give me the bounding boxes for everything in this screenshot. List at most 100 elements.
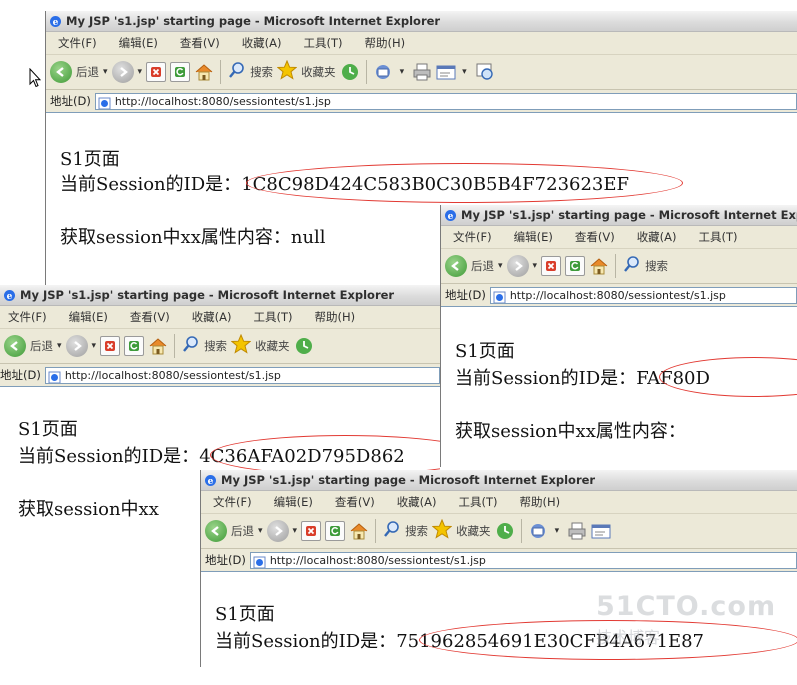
home-icon[interactable] — [589, 257, 609, 275]
edit-icon[interactable] — [591, 522, 613, 540]
mail-dropdown-icon[interactable]: ▾ — [400, 67, 405, 77]
forward-dropdown-icon[interactable]: ▾ — [138, 67, 143, 77]
ie-logo-icon: e — [49, 15, 62, 28]
session-id-value: 4C36AFA02D795D862 — [199, 446, 405, 467]
forward-arrow-icon[interactable] — [506, 255, 529, 277]
search-button[interactable]: 搜索 — [228, 61, 273, 83]
forward-dropdown-icon[interactable]: ▾ — [533, 261, 538, 271]
menu-favorites[interactable]: 收藏(A) — [625, 229, 687, 245]
menu-tools[interactable]: 工具(T) — [687, 229, 748, 245]
favorites-star-icon — [431, 518, 453, 543]
back-button[interactable]: 后退 — [445, 255, 494, 277]
ie-window-3: e My JSP 's1.jsp' starting page - Micros… — [440, 205, 797, 467]
menu-view[interactable]: 查看(V) — [168, 35, 230, 51]
refresh-icon[interactable] — [565, 256, 586, 276]
ie-window-4: e My JSP 's1.jsp' starting page - Micros… — [200, 470, 797, 667]
menu-edit[interactable]: 编辑(E) — [262, 494, 323, 510]
page-icon — [48, 369, 61, 383]
mail-icon[interactable] — [374, 63, 396, 81]
print-icon[interactable] — [567, 522, 587, 540]
address-input[interactable]: http://localhost:8080/sessiontest/s1.jsp — [94, 92, 797, 110]
edit-dropdown-icon[interactable]: ▾ — [462, 67, 467, 77]
stop-icon[interactable] — [541, 256, 562, 276]
back-button[interactable]: 后退 — [205, 520, 254, 542]
refresh-icon[interactable] — [325, 521, 346, 541]
search-label: 搜索 — [250, 65, 274, 79]
back-dropdown-icon[interactable]: ▾ — [57, 341, 62, 351]
ie-logo-icon: e — [3, 289, 16, 302]
menu-file[interactable]: 文件(F) — [46, 35, 107, 51]
history-icon[interactable] — [495, 521, 515, 541]
menu-tools[interactable]: 工具(T) — [447, 494, 508, 510]
menu-edit[interactable]: 编辑(E) — [502, 229, 563, 245]
menu-file[interactable]: 文件(F) — [0, 309, 57, 325]
address-input[interactable]: http://localhost:8080/sessiontest/s1.jsp — [44, 366, 440, 384]
edit-icon[interactable] — [436, 63, 458, 81]
search-button[interactable]: 搜索 — [623, 255, 668, 277]
forward-dropdown-icon[interactable]: ▾ — [293, 526, 298, 536]
back-dropdown-icon[interactable]: ▾ — [258, 526, 263, 536]
home-icon[interactable] — [194, 63, 214, 81]
attribute-line: 获取session中xx — [18, 499, 159, 520]
session-id-line: 当前Session的ID是：FAF80D — [455, 364, 710, 390]
history-icon[interactable] — [294, 336, 314, 356]
page-icon — [98, 95, 111, 109]
home-icon[interactable] — [148, 337, 168, 355]
menu-favorites[interactable]: 收藏(A) — [230, 35, 292, 51]
back-button[interactable]: 后退 — [50, 61, 99, 83]
menu-help[interactable]: 帮助(H) — [353, 35, 416, 51]
search-button[interactable]: 搜索 — [383, 520, 428, 542]
menu-favorites[interactable]: 收藏(A) — [385, 494, 447, 510]
toolbar: 后退 ▾ ▾ 搜索 收藏夹 ▾ — [201, 514, 797, 549]
ie-logo-icon: e — [444, 209, 457, 222]
print-icon[interactable] — [412, 63, 432, 81]
back-arrow-icon — [4, 335, 26, 357]
menu-edit[interactable]: 编辑(E) — [57, 309, 118, 325]
forward-arrow-icon[interactable] — [111, 61, 134, 83]
menu-edit[interactable]: 编辑(E) — [107, 35, 168, 51]
window-title: My JSP 's1.jsp' starting page - Microsof… — [66, 14, 441, 28]
back-dropdown-icon[interactable]: ▾ — [498, 261, 503, 271]
search-button[interactable]: 搜索 — [182, 335, 227, 357]
back-dropdown-icon[interactable]: ▾ — [103, 67, 108, 77]
back-button[interactable]: 后退 — [4, 335, 53, 357]
mail-dropdown-icon[interactable]: ▾ — [555, 526, 560, 536]
menu-help[interactable]: 帮助(H) — [508, 494, 571, 510]
forward-arrow-icon[interactable] — [65, 335, 88, 357]
back-label: 后退 — [471, 259, 494, 273]
refresh-icon[interactable] — [170, 62, 191, 82]
home-icon[interactable] — [349, 522, 369, 540]
address-input[interactable]: http://localhost:8080/sessiontest/s1.jsp — [249, 551, 797, 569]
messenger-icon[interactable] — [475, 62, 495, 82]
menu-view[interactable]: 查看(V) — [563, 229, 625, 245]
history-icon[interactable] — [340, 62, 360, 82]
address-input[interactable]: http://localhost:8080/sessiontest/s1.jsp — [489, 286, 797, 304]
forward-dropdown-icon[interactable]: ▾ — [92, 341, 97, 351]
menu-help[interactable]: 帮助(H) — [303, 309, 366, 325]
forward-arrow-icon[interactable] — [266, 520, 289, 542]
toolbar-separator — [174, 334, 176, 358]
refresh-icon[interactable] — [124, 336, 145, 356]
menu-file[interactable]: 文件(F) — [201, 494, 262, 510]
favorites-button[interactable]: 收藏夹 — [230, 333, 290, 358]
menu-tools[interactable]: 工具(T) — [292, 35, 353, 51]
stop-icon[interactable] — [146, 62, 167, 82]
menu-view[interactable]: 查看(V) — [118, 309, 180, 325]
menu-file[interactable]: 文件(F) — [441, 229, 502, 245]
svg-text:e: e — [7, 292, 13, 302]
search-label: 搜索 — [645, 259, 669, 273]
favorites-button[interactable]: 收藏夹 — [431, 518, 491, 543]
session-label: 当前Session的ID是： — [215, 631, 397, 652]
title-bar: e My JSP 's1.jsp' starting page - Micros… — [46, 11, 797, 32]
menu-tools[interactable]: 工具(T) — [242, 309, 303, 325]
address-bar: 地址(D) http://localhost:8080/sessiontest/… — [441, 284, 797, 307]
stop-icon[interactable] — [301, 521, 322, 541]
page-icon — [253, 554, 266, 568]
toolbar: 后退 ▾ ▾ 搜索 收藏夹 — [0, 329, 440, 364]
mail-icon[interactable] — [529, 522, 551, 540]
menu-favorites[interactable]: 收藏(A) — [180, 309, 242, 325]
stop-icon[interactable] — [100, 336, 121, 356]
favorites-button[interactable]: 收藏夹 — [276, 59, 336, 84]
menu-view[interactable]: 查看(V) — [323, 494, 385, 510]
toolbar-separator — [615, 254, 617, 278]
